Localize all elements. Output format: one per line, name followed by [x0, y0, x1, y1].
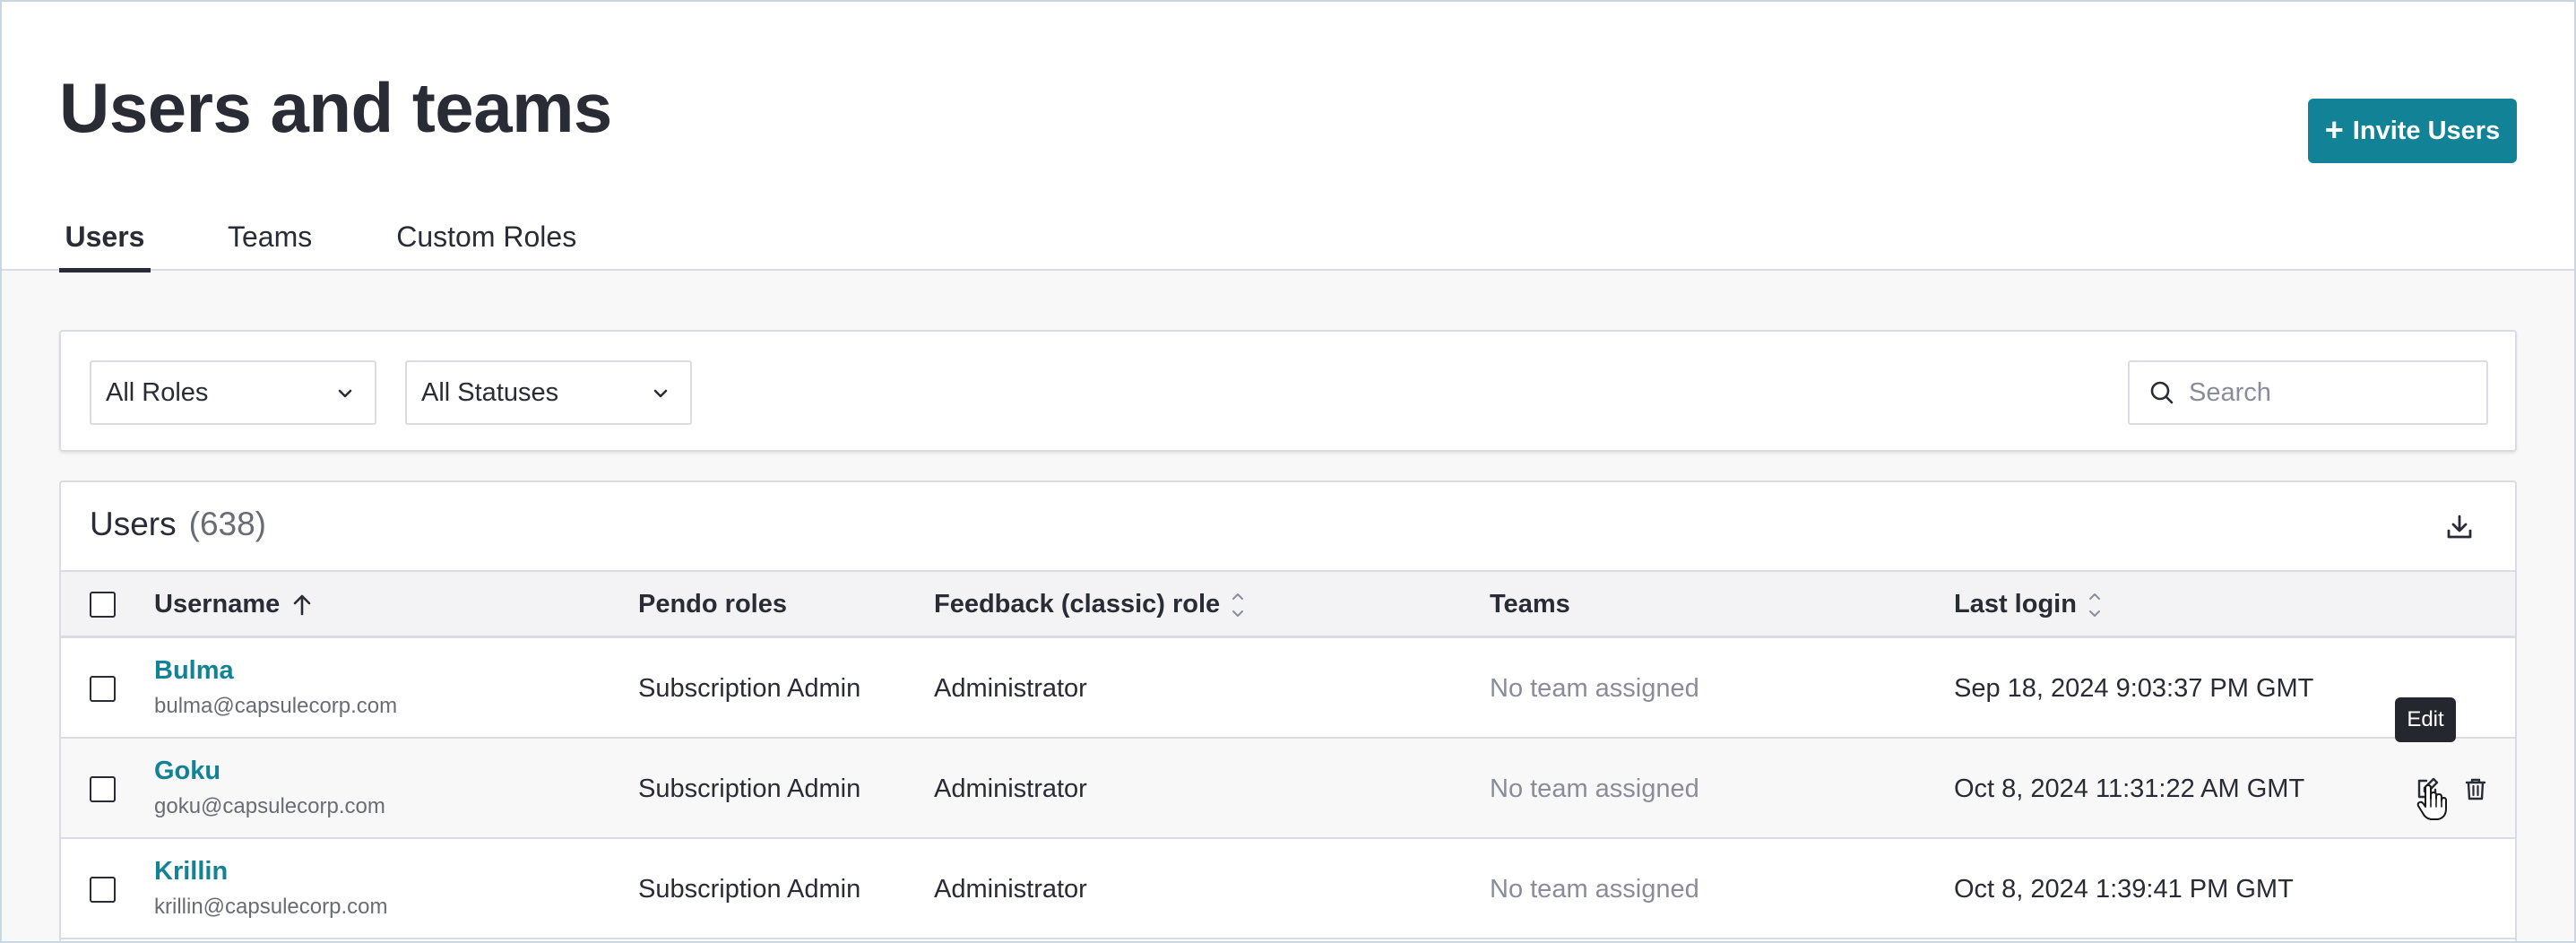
user-email: krillin@capsulecorp.com: [154, 895, 388, 919]
table-row: Bulma bulma@capsulecorp.com Subscription…: [61, 638, 2515, 739]
filter-bar: All Roles All Statuses: [59, 330, 2517, 452]
feedback-role-cell: Administrator: [934, 774, 1087, 803]
users-table-card: Users (638) Username Pendo roles Feedback…: [59, 480, 2517, 943]
chevron-down-icon: [653, 389, 668, 398]
column-feedback-role-label: Feedback (classic) role: [934, 590, 1221, 619]
column-username-label: Username: [154, 590, 281, 619]
column-header-teams: Teams: [1490, 572, 1570, 637]
pendo-role-cell: Subscription Admin: [638, 774, 861, 803]
teams-cell: No team assigned: [1490, 674, 1699, 703]
trash-icon[interactable]: [2463, 776, 2488, 801]
pendo-role-cell: Subscription Admin: [638, 674, 861, 703]
column-pendo-roles-label: Pendo roles: [638, 590, 787, 619]
status-filter-value: All Statuses: [421, 377, 559, 407]
select-all-checkbox[interactable]: [90, 592, 116, 618]
page-header: Users and teams + Invite Users Users Tea…: [0, 0, 2576, 273]
search-box: [2128, 360, 2488, 425]
edit-tooltip: Edit: [2395, 697, 2456, 742]
plus-icon: +: [2324, 110, 2344, 148]
status-filter-select[interactable]: All Statuses: [405, 360, 692, 425]
page-title: Users and teams: [59, 68, 612, 147]
table-row: Goku goku@capsulecorp.com Subscription A…: [61, 739, 2515, 839]
last-login-cell: Oct 8, 2024 1:39:41 PM GMT: [1954, 875, 2294, 904]
teams-cell: No team assigned: [1490, 774, 1699, 803]
table-title: Users (638): [90, 506, 266, 543]
user-count: (638): [188, 506, 267, 542]
sort-arrows-icon: [1232, 593, 1244, 617]
feedback-role-cell: Administrator: [934, 875, 1087, 904]
table-title-label: Users: [90, 506, 177, 542]
row-checkbox[interactable]: [90, 676, 116, 702]
search-icon: [2150, 381, 2174, 404]
sort-ascending-icon: [293, 594, 311, 615]
hand-cursor-icon: [2416, 784, 2447, 820]
username-link[interactable]: Bulma: [154, 656, 234, 686]
download-icon[interactable]: [2442, 509, 2477, 545]
row-checkbox[interactable]: [90, 877, 116, 903]
last-login-cell: Sep 18, 2024 9:03:37 PM GMT: [1954, 674, 2314, 703]
roles-filter-value: All Roles: [106, 377, 209, 407]
tab-custom-roles[interactable]: Custom Roles: [396, 212, 576, 271]
column-header-username[interactable]: Username: [154, 572, 314, 637]
row-checkbox[interactable]: [90, 776, 116, 802]
table-header: Username Pendo roles Feedback (classic) …: [61, 570, 2515, 638]
chevron-down-icon: [338, 389, 352, 398]
tab-teams[interactable]: Teams: [228, 212, 312, 271]
column-last-login-label: Last login: [1954, 590, 2077, 619]
username-link[interactable]: Goku: [154, 757, 220, 786]
user-email: bulma@capsulecorp.com: [154, 694, 398, 718]
tab-bar: Users Teams Custom Roles: [59, 212, 576, 273]
tab-users[interactable]: Users: [59, 212, 151, 273]
sort-arrows-icon: [2088, 593, 2100, 617]
search-input[interactable]: [2189, 377, 2476, 408]
invite-users-button[interactable]: + Invite Users: [2308, 99, 2517, 163]
column-header-pendo-roles: Pendo roles: [638, 572, 787, 637]
column-header-last-login[interactable]: Last login: [1954, 572, 2102, 637]
table-row: Krillin krillin@capsulecorp.com Subscrip…: [61, 839, 2515, 939]
feedback-role-cell: Administrator: [934, 674, 1087, 703]
teams-cell: No team assigned: [1490, 875, 1699, 904]
roles-filter-select[interactable]: All Roles: [90, 360, 376, 425]
last-login-cell: Oct 8, 2024 11:31:22 AM GMT: [1954, 774, 2305, 803]
pendo-role-cell: Subscription Admin: [638, 875, 861, 904]
invite-users-label: Invite Users: [2352, 116, 2501, 145]
username-link[interactable]: Krillin: [154, 857, 228, 887]
column-teams-label: Teams: [1490, 590, 1570, 619]
user-email: goku@capsulecorp.com: [154, 794, 385, 818]
column-header-feedback-role[interactable]: Feedback (classic) role: [934, 572, 1245, 637]
